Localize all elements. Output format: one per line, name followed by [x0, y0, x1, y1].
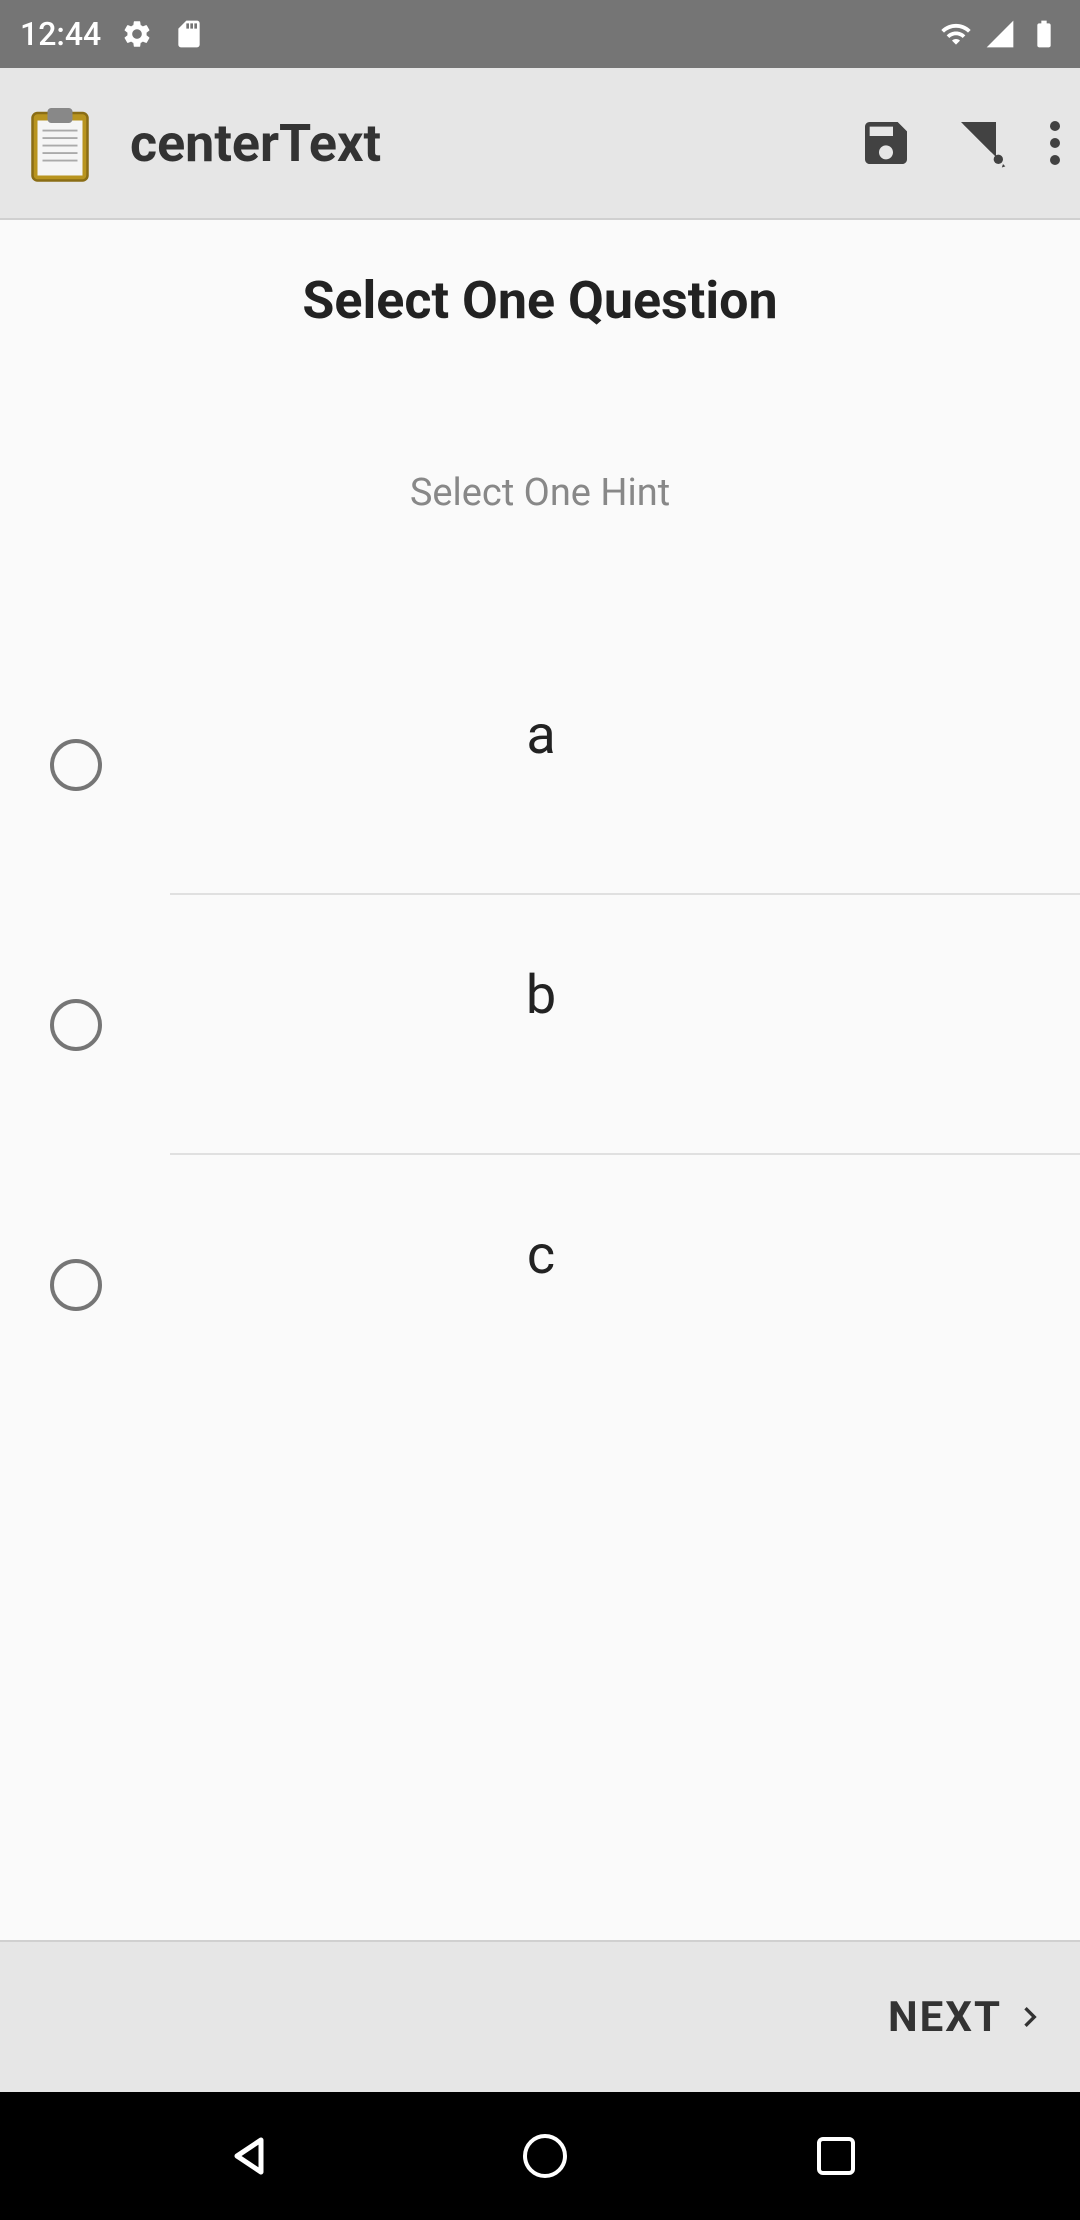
option-label: b	[102, 964, 1030, 1027]
option-label: c	[102, 1224, 1030, 1287]
status-left: 12:44	[20, 15, 205, 53]
action-icons	[858, 115, 1060, 171]
option-row-c[interactable]: c	[0, 1155, 1080, 1415]
clipboard-icon	[20, 103, 100, 183]
nav-bar	[0, 2092, 1080, 2220]
option-label: a	[102, 704, 1030, 767]
next-label: NEXT	[888, 1993, 1002, 2042]
gear-icon	[121, 18, 153, 50]
status-time: 12:44	[20, 15, 101, 53]
status-bar: 12:44	[0, 0, 1080, 68]
back-icon[interactable]	[225, 2132, 273, 2180]
question-title: Select One Question	[0, 270, 1080, 331]
options-container: a b c	[0, 635, 1080, 1415]
app-bar: centerText	[0, 68, 1080, 220]
next-button[interactable]: NEXT	[888, 1993, 1050, 2042]
sd-card-icon	[173, 18, 205, 50]
wifi-icon	[940, 18, 972, 50]
hint-text: Select One Hint	[0, 471, 1080, 515]
status-right	[940, 18, 1060, 50]
recent-icon[interactable]	[817, 2137, 855, 2175]
content-area: Select One Question Select One Hint a b …	[0, 220, 1080, 1940]
go-to-icon[interactable]	[954, 115, 1010, 171]
option-row-a[interactable]: a	[0, 635, 1080, 895]
chevron-right-icon	[1010, 1997, 1050, 2037]
footer-bar: NEXT	[0, 1940, 1080, 2092]
app-title: centerText	[130, 113, 858, 174]
radio-icon[interactable]	[50, 1259, 102, 1311]
radio-icon[interactable]	[50, 999, 102, 1051]
option-row-b[interactable]: b	[0, 895, 1080, 1155]
battery-icon	[1028, 18, 1060, 50]
home-icon[interactable]	[523, 2134, 567, 2178]
more-icon[interactable]	[1050, 115, 1060, 171]
radio-icon[interactable]	[50, 739, 102, 791]
signal-icon	[984, 18, 1016, 50]
save-icon[interactable]	[858, 115, 914, 171]
